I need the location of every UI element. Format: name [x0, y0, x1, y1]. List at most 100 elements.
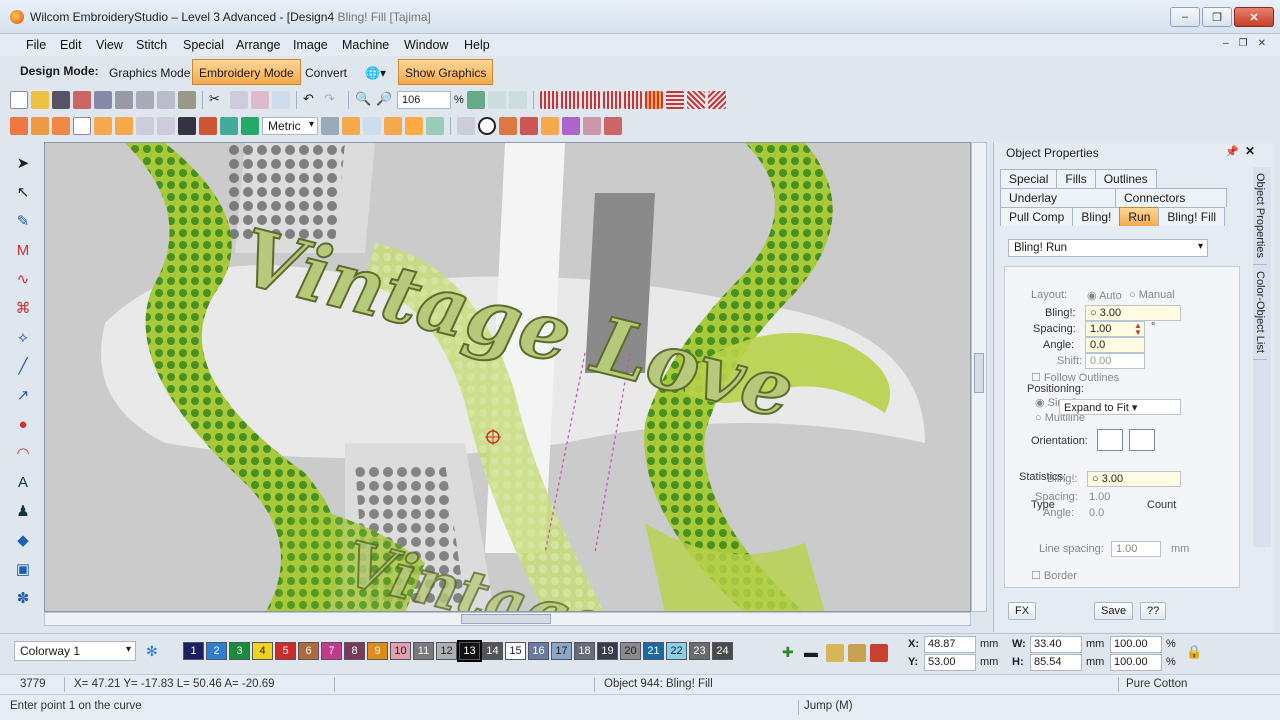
- app-icon[interactable]: [10, 10, 24, 24]
- digitize-icon[interactable]: ⟡: [13, 328, 33, 348]
- fancy-fill-icon[interactable]: [623, 91, 642, 109]
- squiggle-icon[interactable]: ⌘: [13, 299, 33, 319]
- show-outlines-icon[interactable]: [31, 117, 49, 135]
- show-connectors-icon[interactable]: [94, 117, 112, 135]
- tab-special[interactable]: Special: [1000, 169, 1058, 188]
- thread-swatch[interactable]: 14: [482, 642, 503, 660]
- w-input[interactable]: 33.40: [1030, 636, 1082, 653]
- show-graphics-button[interactable]: Show Graphics: [398, 59, 494, 85]
- picture-icon[interactable]: [178, 117, 196, 135]
- menu-window[interactable]: Window: [404, 38, 448, 52]
- knife-icon[interactable]: [583, 117, 601, 135]
- pattern-fill-icon[interactable]: [707, 91, 726, 109]
- wave-icon[interactable]: ∿: [13, 270, 33, 290]
- tab-underlay[interactable]: Underlay: [1000, 188, 1116, 207]
- thread-chart-icon[interactable]: [826, 644, 844, 662]
- undo-icon[interactable]: ↶: [303, 91, 321, 109]
- close-button[interactable]: ✕: [1234, 7, 1274, 27]
- side-tab-object-properties[interactable]: Object Properties: [1253, 167, 1267, 265]
- tatami-icon[interactable]: [581, 91, 600, 109]
- mdi-minimize-button[interactable]: ‒: [1223, 38, 1229, 49]
- layout-manual-radio[interactable]: ○ Manual: [1129, 289, 1175, 301]
- rotate-icon[interactable]: [520, 117, 538, 135]
- duplicate-icon[interactable]: [272, 91, 290, 109]
- stat-bling-select[interactable]: ○ 3.00: [1087, 471, 1181, 487]
- thread-swatch[interactable]: 5: [275, 642, 296, 660]
- line-icon[interactable]: ╱: [13, 357, 33, 377]
- export-icon[interactable]: [73, 91, 91, 109]
- colorway-select[interactable]: Colorway 1: [14, 641, 136, 661]
- scale-icon[interactable]: [541, 117, 559, 135]
- remove-color-icon[interactable]: ▬: [804, 644, 822, 662]
- globe-view-icon[interactable]: [241, 117, 259, 135]
- zoom-box-icon[interactable]: 🔎: [376, 91, 394, 109]
- maximize-button[interactable]: ❐: [1202, 7, 1232, 27]
- lettering-icon[interactable]: A: [13, 473, 33, 493]
- frame-icon[interactable]: ▣: [13, 560, 33, 580]
- save-button[interactable]: Save: [1094, 602, 1134, 620]
- zoom-input[interactable]: 106: [397, 91, 451, 109]
- add-color-icon[interactable]: ✚: [782, 644, 800, 662]
- lock-icon[interactable]: [426, 117, 444, 135]
- thread-swatch[interactable]: 2: [206, 642, 227, 660]
- menu-file[interactable]: File: [26, 38, 46, 52]
- redo-icon[interactable]: ↷: [324, 91, 342, 109]
- fx-button[interactable]: FX: [1008, 602, 1037, 620]
- align-icon[interactable]: [342, 117, 360, 135]
- select-arrow-icon[interactable]: ➤: [13, 154, 33, 174]
- thread-swatch[interactable]: 22: [666, 642, 687, 660]
- expand-select[interactable]: Expand to Fit ▾: [1059, 399, 1181, 415]
- thread-swatch[interactable]: 3: [229, 642, 250, 660]
- thread-swatch[interactable]: 17: [551, 642, 572, 660]
- bling-size-select[interactable]: ○ 3.00: [1085, 305, 1181, 321]
- print-icon[interactable]: [115, 91, 133, 109]
- stitch-edit-icon[interactable]: M: [13, 241, 33, 261]
- spacing-spinner[interactable]: ▲ ▼: [1133, 322, 1143, 337]
- menu-image[interactable]: Image: [293, 38, 328, 52]
- artistic-view-icon[interactable]: [199, 117, 217, 135]
- menu-arrange[interactable]: Arrange: [236, 38, 280, 52]
- group-icon[interactable]: [384, 117, 402, 135]
- thread-swatch[interactable]: 10: [390, 642, 411, 660]
- thread-swatch[interactable]: 11: [413, 642, 434, 660]
- distribute-icon[interactable]: [363, 117, 381, 135]
- horizontal-scrollbar[interactable]: [44, 612, 971, 626]
- thread-swatch[interactable]: 20: [620, 642, 641, 660]
- 3d-view-icon[interactable]: [220, 117, 238, 135]
- thread-swatch[interactable]: 6: [298, 642, 319, 660]
- pin-icon[interactable]: 📌: [1225, 145, 1239, 158]
- contour-icon[interactable]: [665, 91, 684, 109]
- circle-icon[interactable]: ●: [13, 415, 33, 435]
- menu-view[interactable]: View: [96, 38, 123, 52]
- save-icon[interactable]: [52, 91, 70, 109]
- delete-icon[interactable]: [604, 117, 622, 135]
- mirror-icon[interactable]: [499, 117, 517, 135]
- minimize-button[interactable]: ‒: [1170, 7, 1200, 27]
- thread-swatch[interactable]: 23: [689, 642, 710, 660]
- menu-help[interactable]: Help: [464, 38, 490, 52]
- convert-button[interactable]: Convert: [298, 59, 354, 85]
- paste-icon[interactable]: [251, 91, 269, 109]
- zoom-fit-icon[interactable]: [466, 91, 485, 109]
- send-icon[interactable]: [178, 91, 196, 109]
- satin-icon[interactable]: [560, 91, 579, 109]
- thread-swatch[interactable]: 16: [528, 642, 549, 660]
- proportional-lock-icon[interactable]: 🔒: [1186, 644, 1204, 662]
- zoom-out-icon[interactable]: [508, 91, 527, 109]
- scale-h-input[interactable]: 100.00: [1110, 654, 1162, 671]
- arc-icon[interactable]: ◠: [13, 444, 33, 464]
- circle-tool-icon[interactable]: [478, 117, 496, 135]
- menu-edit[interactable]: Edit: [60, 38, 82, 52]
- y-input[interactable]: 53.00: [924, 654, 976, 671]
- thread-swatch[interactable]: 4: [252, 642, 273, 660]
- border-checkbox[interactable]: ☐ Border: [1031, 569, 1077, 582]
- thread-swatch[interactable]: 19: [597, 642, 618, 660]
- cut-icon[interactable]: ✂: [209, 91, 227, 109]
- h-input[interactable]: 85.54: [1030, 654, 1082, 671]
- menu-machine[interactable]: Machine: [342, 38, 389, 52]
- side-tab-color-object-list[interactable]: Color-Object List: [1253, 265, 1267, 360]
- reshape-arrow-icon[interactable]: ↖: [13, 183, 33, 203]
- show-stitches-icon[interactable]: [10, 117, 28, 135]
- tab-outlines[interactable]: Outlines: [1094, 169, 1157, 188]
- reshape-icon[interactable]: [457, 117, 475, 135]
